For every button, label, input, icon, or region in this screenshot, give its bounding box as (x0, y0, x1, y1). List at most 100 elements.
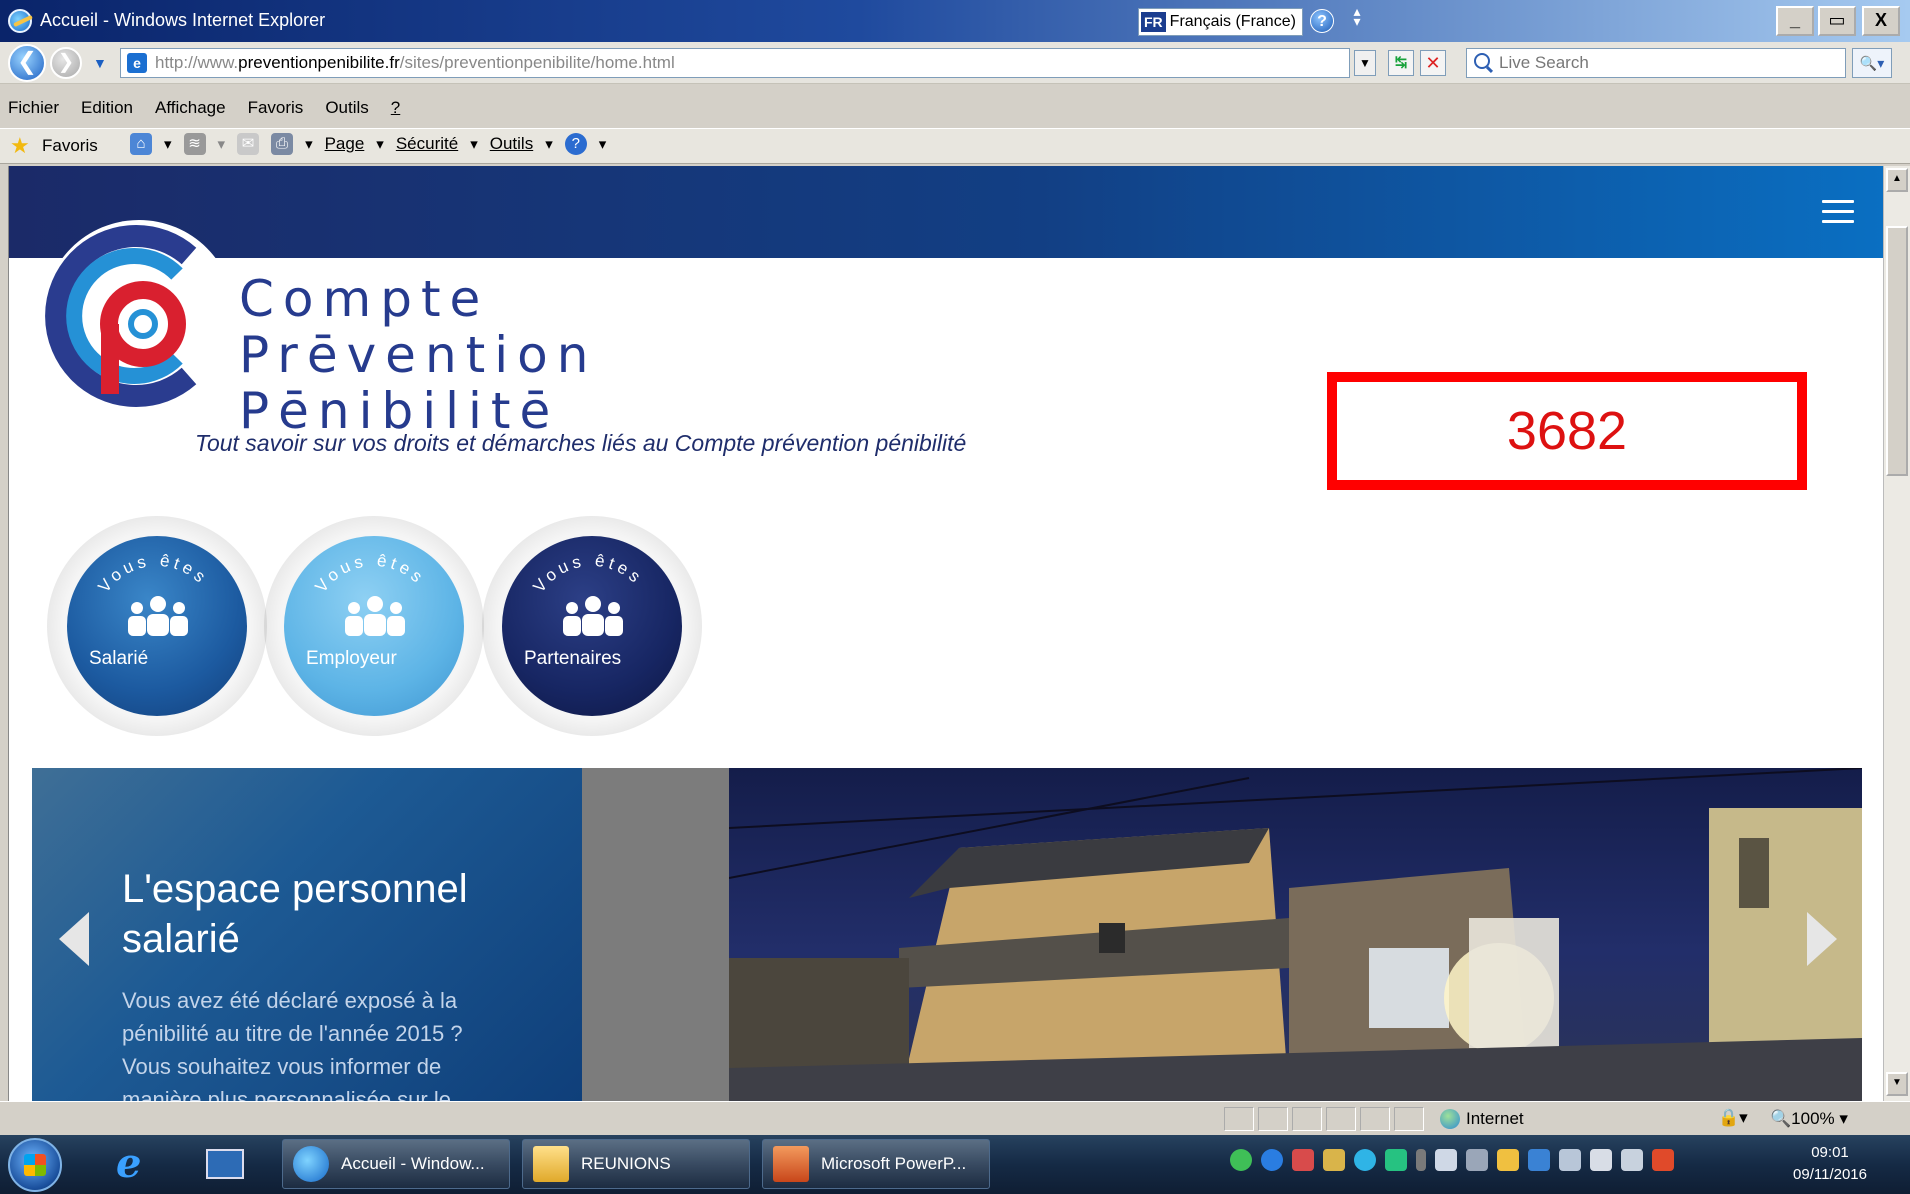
folder-icon (533, 1146, 569, 1182)
zoom-value: 100% (1791, 1109, 1835, 1128)
badge-icon[interactable] (1323, 1149, 1345, 1171)
menu-affichage[interactable]: Affichage (155, 98, 226, 118)
url-domain: preventionpenibilite.fr (238, 53, 400, 72)
language-bar[interactable]: FR Français (France) (1138, 8, 1303, 36)
device-icon[interactable] (1590, 1149, 1612, 1171)
slide-panel: L'espace personnel salarié Vous avez été… (32, 768, 582, 1101)
window-title: Accueil - Windows Internet Explorer (40, 10, 326, 30)
start-button[interactable] (8, 1138, 62, 1192)
taskbar-item-ie[interactable]: Accueil - Window... (282, 1139, 510, 1189)
history-dropdown-icon[interactable]: ▼ (93, 55, 107, 71)
help-menu-icon[interactable]: ? (564, 133, 587, 155)
clock-time: 09:01 (1811, 1144, 1849, 1161)
page-dropdown-icon: ▾ (376, 136, 384, 153)
flag-icon[interactable] (1621, 1149, 1643, 1171)
mail-tray-icon[interactable] (1435, 1149, 1457, 1171)
taskbar-item-powerpoint[interactable]: Microsoft PowerP... (762, 1139, 990, 1189)
favorites-button[interactable]: Favoris (42, 136, 98, 156)
network-icon[interactable] (1230, 1149, 1252, 1171)
feeds-dropdown-icon[interactable]: ▾ (218, 135, 226, 153)
taskbar-item-label: REUNIONS (581, 1154, 671, 1173)
monitor-icon[interactable] (1559, 1149, 1581, 1171)
people-icon (345, 596, 405, 636)
mail-icon[interactable]: ✉ (237, 133, 260, 155)
sync-icon[interactable] (1354, 1149, 1376, 1171)
tools-menu[interactable]: Outils (490, 134, 533, 154)
minimize-button[interactable]: _ (1776, 6, 1814, 36)
wifi-icon[interactable] (1385, 1149, 1407, 1171)
search-button[interactable]: 🔍▾ (1852, 48, 1892, 78)
menu-fichier[interactable]: Fichier (8, 98, 59, 118)
page-icon: e (127, 53, 147, 73)
volume-icon[interactable] (1652, 1149, 1674, 1171)
profile-employeur[interactable]: Vous êtes Employeur (284, 536, 464, 716)
profile-partenaires[interactable]: Vous êtes Partenaires (502, 536, 682, 716)
taskbar-item-label: Microsoft PowerP... (821, 1154, 967, 1173)
close-button[interactable]: X (1862, 6, 1900, 36)
globe-icon (1440, 1109, 1460, 1129)
help-icon[interactable]: ? (1310, 9, 1334, 33)
status-cell (1292, 1107, 1322, 1131)
scroll-up-button[interactable]: ▲ (1886, 168, 1908, 192)
search-placeholder: Live Search (1499, 53, 1589, 72)
next-slide-icon[interactable] (1805, 910, 1839, 968)
circle-label: Partenaires (524, 648, 622, 669)
info-icon[interactable] (1261, 1149, 1283, 1171)
home-dropdown-icon[interactable]: ▾ (164, 135, 172, 153)
print-icon[interactable]: ⎙ (271, 133, 294, 155)
menu-outils[interactable]: Outils (325, 98, 368, 118)
menu-edition[interactable]: Edition (81, 98, 133, 118)
refresh-button[interactable]: ↹ (1388, 50, 1414, 76)
scroll-thumb[interactable] (1886, 226, 1908, 476)
pen-icon[interactable] (1497, 1149, 1519, 1171)
language-label: Français (France) (1169, 13, 1296, 30)
zoom-level[interactable]: 🔍100% ▾ (1770, 1109, 1848, 1129)
security-zone[interactable]: Internet (1440, 1109, 1524, 1129)
back-button[interactable]: ❮ (8, 44, 46, 82)
clock[interactable]: 09:01 09/11/2016 (1780, 1142, 1880, 1186)
maximize-button[interactable]: ▭ (1818, 6, 1856, 36)
hero-slider: L'espace personnel salarié Vous avez été… (32, 768, 1862, 1101)
status-cell (1326, 1107, 1356, 1131)
page-menu[interactable]: Page (325, 134, 365, 154)
scroll-down-button[interactable]: ▼ (1886, 1072, 1908, 1096)
ie-quicklaunch-icon[interactable]: e (116, 1144, 156, 1185)
svg-text:Vous êtes: Vous êtes (529, 551, 647, 596)
print-dropdown-icon[interactable]: ▾ (305, 135, 313, 153)
star-icon[interactable]: ★ (10, 135, 30, 157)
title-bar: Accueil - Windows Internet Explorer FR F… (0, 0, 1910, 42)
home-icon[interactable]: ⌂ (130, 133, 152, 155)
protected-mode-icon[interactable]: 🔒▾ (1718, 1108, 1748, 1128)
show-desktop-icon[interactable] (206, 1149, 244, 1179)
language-code: FR (1141, 12, 1166, 32)
counter-box: 3682 (1327, 372, 1807, 490)
search-icon (1474, 53, 1490, 69)
clock-date: 09/11/2016 (1793, 1166, 1867, 1183)
window-icon[interactable] (1528, 1149, 1550, 1171)
svg-text:Vous êtes: Vous êtes (311, 551, 429, 596)
stop-button[interactable]: ✕ (1420, 50, 1446, 76)
satellite-icon[interactable] (1466, 1149, 1488, 1171)
slide-title: L'espace personnel salarié (122, 867, 468, 961)
system-tray (1230, 1149, 1674, 1171)
feeds-icon[interactable]: ≋ (183, 133, 206, 155)
grip-icon[interactable]: ▴ ▾ (1350, 4, 1364, 36)
prev-slide-icon[interactable] (57, 910, 91, 968)
menu-favoris[interactable]: Favoris (248, 98, 304, 118)
taskbar-item-reunions[interactable]: REUNIONS (522, 1139, 750, 1189)
more-icon[interactable] (1416, 1149, 1426, 1171)
address-dropdown-icon[interactable]: ▼ (1354, 50, 1376, 76)
ie-icon (293, 1146, 329, 1182)
vertical-scrollbar[interactable]: ▲ ▼ (1883, 166, 1910, 1101)
menu-icon[interactable] (1822, 200, 1854, 224)
taskbar: e Accueil - Window... REUNIONS Microsoft… (0, 1135, 1910, 1194)
printer-icon[interactable] (1292, 1149, 1314, 1171)
security-menu[interactable]: Sécurité (396, 134, 458, 154)
search-input[interactable]: Live Search (1466, 48, 1846, 78)
menu-help[interactable]: ? (391, 98, 400, 118)
forward-button[interactable]: ❯ (50, 47, 82, 79)
circle-label: Salarié (89, 648, 149, 669)
profile-salarie[interactable]: Vous êtes Salarié (67, 536, 247, 716)
status-cell (1224, 1107, 1254, 1131)
address-input[interactable]: e http://www.preventionpenibilite.fr/sit… (120, 48, 1350, 78)
